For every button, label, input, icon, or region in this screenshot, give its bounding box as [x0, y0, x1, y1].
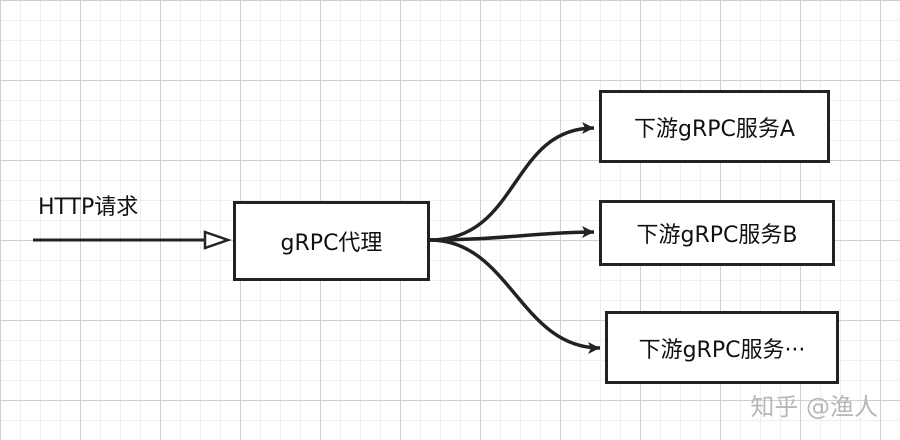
grpc-proxy-label: gRPC代理 [280, 231, 383, 256]
http-request-label: HTTP请求 [38, 195, 139, 220]
grpc-proxy-node: gRPC代理 [233, 201, 430, 281]
watermark: 知乎 @渔人 [750, 393, 878, 421]
downstream-service-b-node: 下游gRPC服务B [599, 200, 835, 266]
downstream-service-more-node: 下游gRPC服务··· [605, 311, 839, 384]
downstream-service-a-node: 下游gRPC服务A [599, 90, 830, 163]
downstream-service-b-label: 下游gRPC服务B [636, 223, 798, 248]
connector-to-service-more [429, 238, 601, 354]
input-arrow [33, 230, 232, 250]
downstream-service-more-label: 下游gRPC服务··· [638, 337, 806, 363]
downstream-service-a-label: 下游gRPC服务A [634, 116, 795, 142]
connector-to-service-a [429, 122, 595, 242]
diagram-canvas: HTTP请求 gRPC代理 下游gRPC服务A 下游gRPC服务B 下游gRPC… [0, 0, 900, 440]
